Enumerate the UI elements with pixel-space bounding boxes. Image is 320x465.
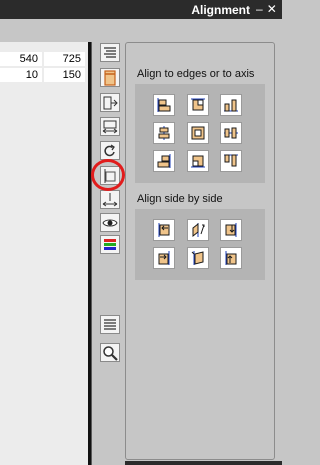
side-right-bottom-icon [225,251,237,265]
resize-icon [102,120,118,134]
title-buttons: – ✕ [252,2,277,16]
section-label-side: Align side by side [137,193,223,205]
align-bottom-left-icon [157,154,171,168]
side-center-button[interactable] [187,247,209,269]
rotate-icon [104,144,115,157]
side-diag-up-button[interactable] [187,219,209,241]
grid-cell[interactable]: 10 [0,68,42,82]
list-icon [104,319,116,330]
align-top-right-icon [224,99,238,112]
move-icon [103,96,118,110]
align-bottom-left-button[interactable] [153,150,175,172]
rotate-button[interactable] [100,141,120,160]
page-icon [104,70,116,86]
align-middle-center-icon [191,126,205,140]
grid-cell[interactable]: 150 [44,68,85,82]
zoom-button[interactable] [100,343,120,362]
align-top-center-icon [191,98,205,111]
align-middle-right-icon [224,127,238,139]
align-bottom-center-icon [191,155,205,168]
page-button[interactable] [100,68,120,87]
status-strip [125,461,282,465]
color-bars-button[interactable] [100,235,120,254]
move-button[interactable] [100,93,120,112]
list-button[interactable] [100,315,120,334]
align-top-center-button[interactable] [187,94,209,116]
visibility-icon [102,219,118,227]
align-middle-center-button[interactable] [187,122,209,144]
align-bottom-right-button[interactable] [220,150,242,172]
pin-icon[interactable]: – [256,2,263,16]
side-right-top-icon [225,223,237,237]
side-left-top-icon [158,223,170,237]
side-right-bottom-button[interactable] [220,247,242,269]
align-top-left-button[interactable] [153,94,175,116]
section-label-edges: Align to edges or to axis [137,68,255,80]
visibility-button[interactable] [100,213,120,232]
splitter-edge [91,42,92,465]
side-center-icon [191,251,204,265]
close-icon[interactable]: ✕ [267,2,277,16]
side-left-top-button[interactable] [153,219,175,241]
align-middle-left-button[interactable] [153,122,175,144]
grid-cell[interactable]: 540 [0,52,42,66]
highlight-circle [91,159,125,191]
coordinate-grid [0,42,91,465]
align-bottom-center-button[interactable] [187,150,209,172]
side-diag-up-icon [192,222,205,238]
align-top-left-icon [157,98,171,112]
align-middle-right-button[interactable] [220,122,242,144]
window-title: Alignment [191,3,250,17]
side-left-bottom-button[interactable] [153,247,175,269]
side-right-top-button[interactable] [220,219,242,241]
side-left-bottom-icon [158,251,170,265]
properties-icon [104,47,116,58]
zoom-icon [103,346,118,361]
resize-button[interactable] [100,117,120,136]
align-middle-left-icon [158,126,170,140]
align-bottom-right-icon [224,154,238,167]
distance-icon [102,193,118,207]
grid-cell[interactable]: 725 [44,52,85,66]
distance-button[interactable] [100,190,120,209]
align-top-right-button[interactable] [220,94,242,116]
properties-button[interactable] [100,43,120,62]
color-bars-icon [104,239,116,250]
